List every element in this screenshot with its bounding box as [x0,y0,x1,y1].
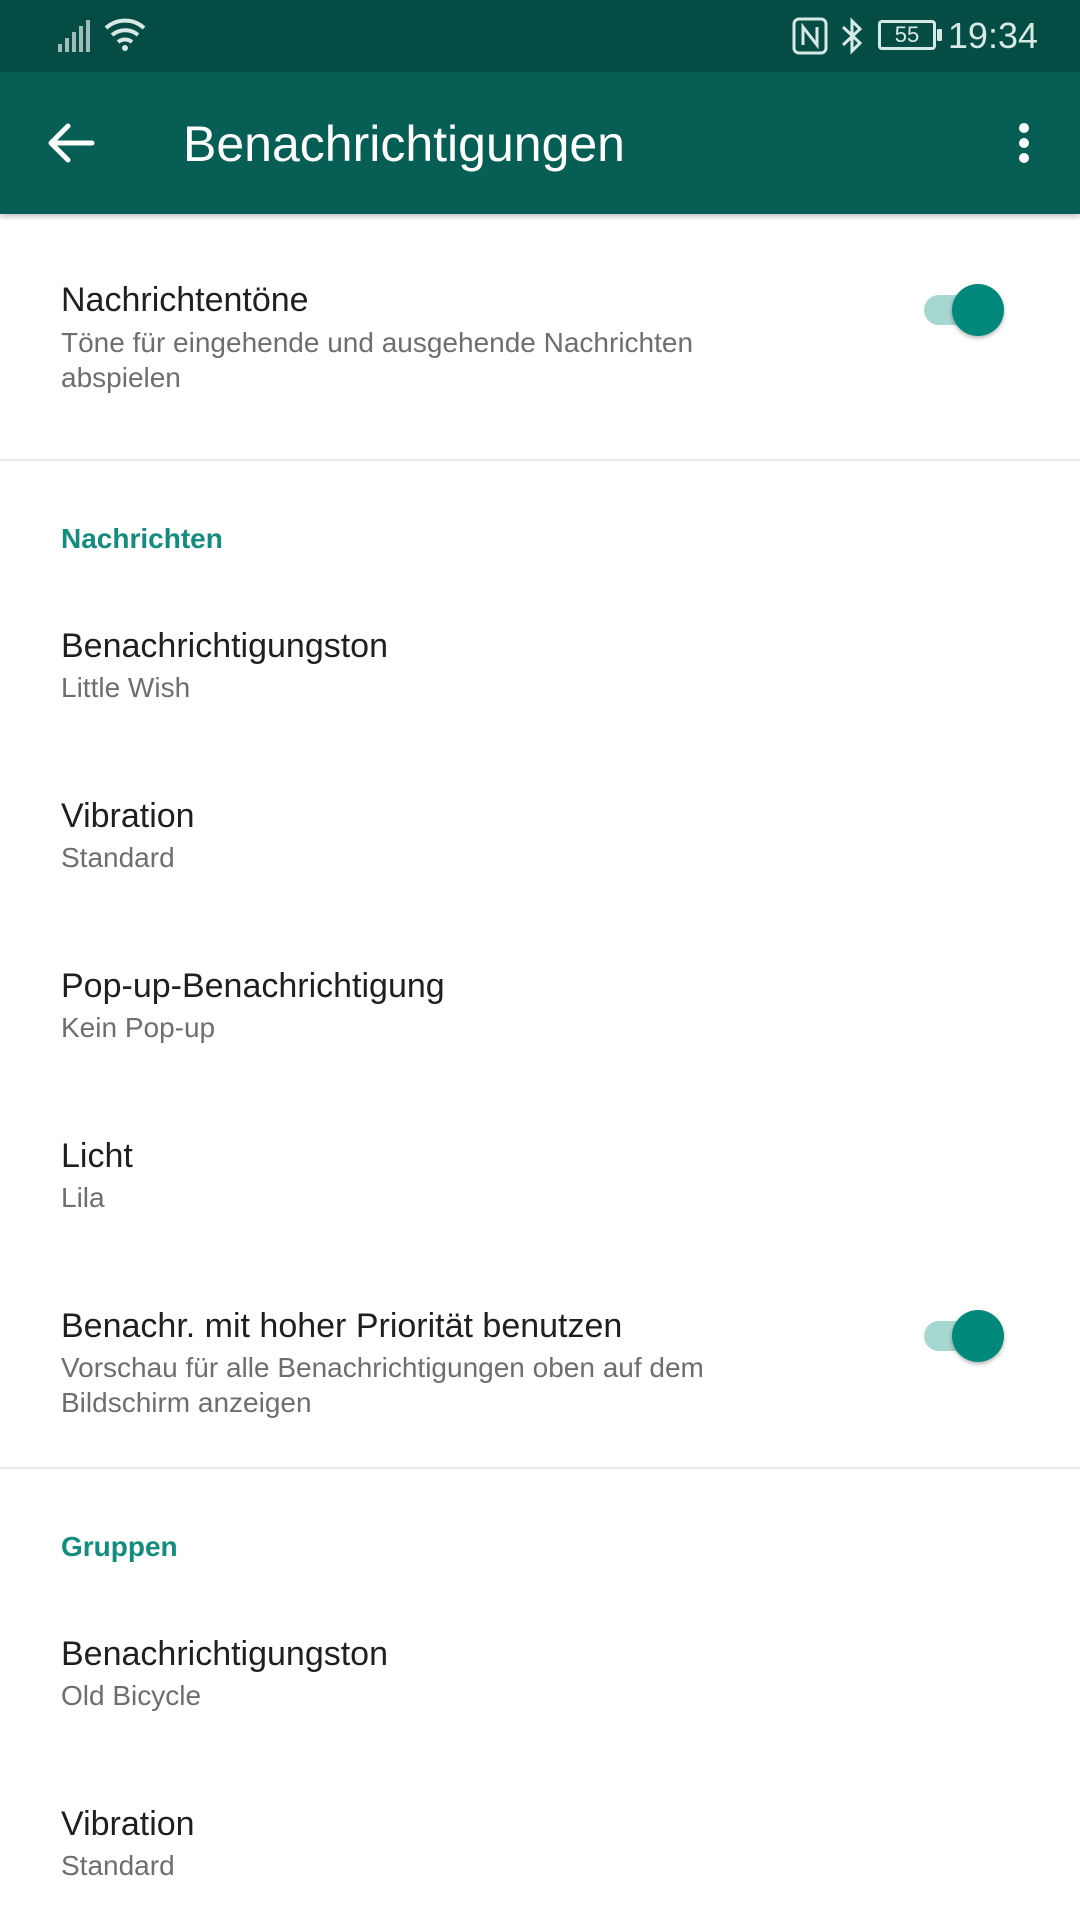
nfc-icon [792,17,828,55]
pref-group-vibration[interactable]: Vibration Standard [0,1766,1080,1920]
pref-message-popup[interactable]: Pop-up-Benachrichtigung Kein Pop-up [0,928,1080,1098]
pref-title: Pop-up-Benachrichtigung [61,967,445,1005]
pref-value: Standard [61,1850,175,1881]
pref-high-priority[interactable]: Benachr. mit hoher Priorität benutzen Vo… [0,1268,1080,1468]
pref-value: Standard [61,842,175,873]
pref-title: Vibration [61,797,195,835]
app-bar: Benachrichtigungen [0,72,1080,214]
bluetooth-icon [841,17,863,55]
pref-message-vibration[interactable]: Vibration Standard [0,758,1080,928]
section-header-groups: Gruppen [61,1531,178,1562]
divider [0,1467,1080,1469]
pref-message-notification-tone[interactable]: Benachrichtigungston Little Wish [0,588,1080,758]
pref-value: Old Bicycle [61,1680,202,1711]
divider [0,459,1080,461]
status-time: 19:34 [947,15,1038,56]
pref-value: Little Wish [61,672,191,703]
screen: 55 19:34 Benachrichtigungen Nachrichtent… [0,0,1080,1920]
pref-message-tones[interactable]: Nachrichtentöne Töne für eingehende und … [0,214,1080,460]
pref-summary: Vorschau für alle Benachrichtigungen obe… [61,1352,704,1418]
pref-summary: Töne für eingehende und ausgehende Nachr… [61,327,694,393]
pref-title: Nachrichtentöne [61,281,309,319]
wifi-icon [104,18,146,51]
pref-title: Benachrichtigungston [61,1635,389,1673]
high-priority-toggle[interactable] [922,1307,1006,1365]
battery-icon: 55 [878,20,942,50]
pref-title: Benachrichtigungston [61,627,389,665]
message-tones-toggle[interactable] [922,281,1006,339]
pref-message-light[interactable]: Licht Lila [0,1098,1080,1268]
pref-value: Lila [61,1182,105,1213]
toggle-thumb [952,1310,1004,1362]
section-header-messages: Nachrichten [61,523,223,554]
pref-title: Benachr. mit hoher Priorität benutzen [61,1307,623,1345]
pref-title: Licht [61,1137,133,1175]
more-vert-icon[interactable] [1004,108,1044,178]
pref-value: Kein Pop-up [61,1012,216,1043]
pref-title: Vibration [61,1805,195,1843]
toggle-thumb [952,284,1004,336]
page-title: Benachrichtigungen [183,116,625,172]
arrow-back-icon[interactable] [36,108,106,178]
signal-icon [58,20,90,52]
status-bar: 55 19:34 [0,0,1080,72]
pref-group-notification-tone[interactable]: Benachrichtigungston Old Bicycle [0,1596,1080,1766]
